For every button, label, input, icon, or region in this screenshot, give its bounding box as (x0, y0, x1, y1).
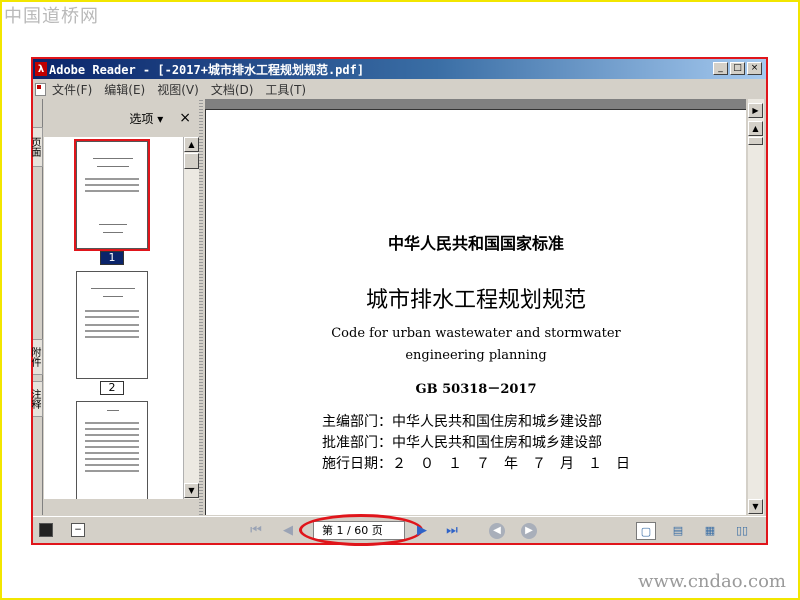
go-forward-icon[interactable]: ▶ (521, 523, 537, 539)
en-title-line-2: engineering planning (405, 348, 547, 363)
main-scroll-down-icon[interactable]: ▼ (748, 499, 763, 514)
facing-view-icon[interactable]: ▯▯ (732, 522, 752, 540)
tab-comments[interactable]: 注释 (29, 381, 43, 417)
fullscreen-icon[interactable] (39, 523, 53, 537)
main-scroll-right-icon[interactable]: ▶ (748, 103, 763, 118)
issuing-info: 主编部门：中华人民共和国住房和城乡建设部 批准部门：中华人民共和国住房和城乡建设… (322, 412, 630, 475)
document-scrollbar[interactable]: ▶ ▲ ▼ (748, 99, 764, 515)
page-thumbnail-2[interactable] (76, 271, 148, 379)
menu-view[interactable]: 视图(V) (157, 81, 199, 98)
main-scroll-thumb[interactable] (748, 137, 763, 145)
menu-bar: 文件(F) 编辑(E) 视图(V) 文档(D) 工具(T) (33, 79, 766, 99)
panel-close-icon[interactable]: × (179, 110, 191, 126)
menu-edit[interactable]: 编辑(E) (104, 81, 145, 98)
document-cn-title: 城市排水工程规划规范 (365, 288, 586, 313)
scroll-up-icon[interactable]: ▲ (184, 137, 199, 152)
menu-document[interactable]: 文档(D) (211, 81, 254, 98)
window-controls: _ □ × (713, 62, 762, 75)
options-dropdown[interactable]: 选项 ▾ (129, 110, 163, 127)
watermark-top: 中国道桥网 (4, 6, 99, 27)
page-thumbnail-3[interactable] (76, 401, 148, 499)
pdf-page: 中华人民共和国国家标准 城市排水工程规划规范 Code for urban wa… (205, 109, 746, 515)
chief-editor-line: 主编部门：中华人民共和国住房和城乡建设部 (322, 414, 602, 430)
effective-date-line: 施行日期：２ ０ １ ７ 年 ７ 月 １ 日 (322, 456, 630, 472)
facing-continuous-view-icon[interactable]: ▦ (700, 522, 720, 540)
main-scroll-up-icon[interactable]: ▲ (748, 121, 763, 136)
status-bar: − ⏮ ◀ 第 1 / 60 页 ▶ ⏭ ◀ ▶ ▢ ▤ ▦ ▯▯ (33, 514, 766, 546)
page-layout-icon[interactable]: − (71, 523, 85, 537)
next-page-icon[interactable]: ▶ (413, 523, 431, 539)
page-thumbnail-1[interactable] (74, 139, 150, 251)
document-en-title: Code for urban wastewater and stormwater… (206, 323, 746, 367)
navigation-tab-strip: 页面 附件 注释 (29, 99, 43, 515)
go-back-icon[interactable]: ◀ (489, 523, 505, 539)
panel-header: 选项 ▾ × (44, 99, 199, 137)
close-button[interactable]: × (747, 62, 762, 75)
first-page-icon[interactable]: ⏮ (247, 523, 265, 539)
document-icon[interactable] (35, 82, 46, 96)
reader-window: λ Adobe Reader - [-2017+城市排水工程规划规范.pdf] … (29, 57, 768, 546)
tab-attachments[interactable]: 附件 (29, 339, 43, 375)
standard-code: GB 50318－2017 (415, 382, 537, 397)
standard-title: 中华人民共和国国家标准 (387, 234, 564, 253)
window-title: Adobe Reader - [-2017+城市排水工程规划规范.pdf] (49, 62, 365, 77)
previous-page-icon[interactable]: ◀ (279, 523, 297, 539)
thumbnail-label-2[interactable]: 2 (100, 381, 124, 395)
watermark-bottom: www.cndao.com (638, 571, 786, 592)
last-page-icon[interactable]: ⏭ (443, 523, 461, 539)
single-page-view-icon[interactable]: ▢ (636, 522, 656, 540)
menu-tools[interactable]: 工具(T) (265, 81, 306, 98)
restore-button[interactable]: □ (730, 62, 745, 75)
thumbnail-label-1[interactable]: 1 (100, 251, 124, 265)
document-view: 中华人民共和国国家标准 城市排水工程规划规范 Code for urban wa… (205, 99, 746, 515)
panel-splitter[interactable] (199, 99, 203, 515)
en-title-line-1: Code for urban wastewater and stormwater (331, 326, 621, 341)
scroll-down-icon[interactable]: ▼ (184, 483, 199, 498)
pages-panel: 选项 ▾ × 1 2 ▲ ▼ (44, 99, 199, 515)
menu-file[interactable]: 文件(F) (52, 81, 92, 98)
highlight-circle (299, 514, 423, 546)
tab-pages[interactable]: 页面 (29, 127, 43, 167)
title-bar[interactable]: λ Adobe Reader - [-2017+城市排水工程规划规范.pdf] … (33, 59, 766, 79)
adobe-logo-icon: λ (35, 62, 47, 76)
thumbnail-scrollbar[interactable]: ▲ ▼ (183, 137, 199, 499)
thumbnail-list: 1 2 (44, 137, 184, 499)
continuous-view-icon[interactable]: ▤ (668, 522, 688, 540)
approval-line: 批准部门：中华人民共和国住房和城乡建设部 (322, 435, 602, 451)
minimize-button[interactable]: _ (713, 62, 728, 75)
scroll-thumb[interactable] (184, 153, 199, 169)
